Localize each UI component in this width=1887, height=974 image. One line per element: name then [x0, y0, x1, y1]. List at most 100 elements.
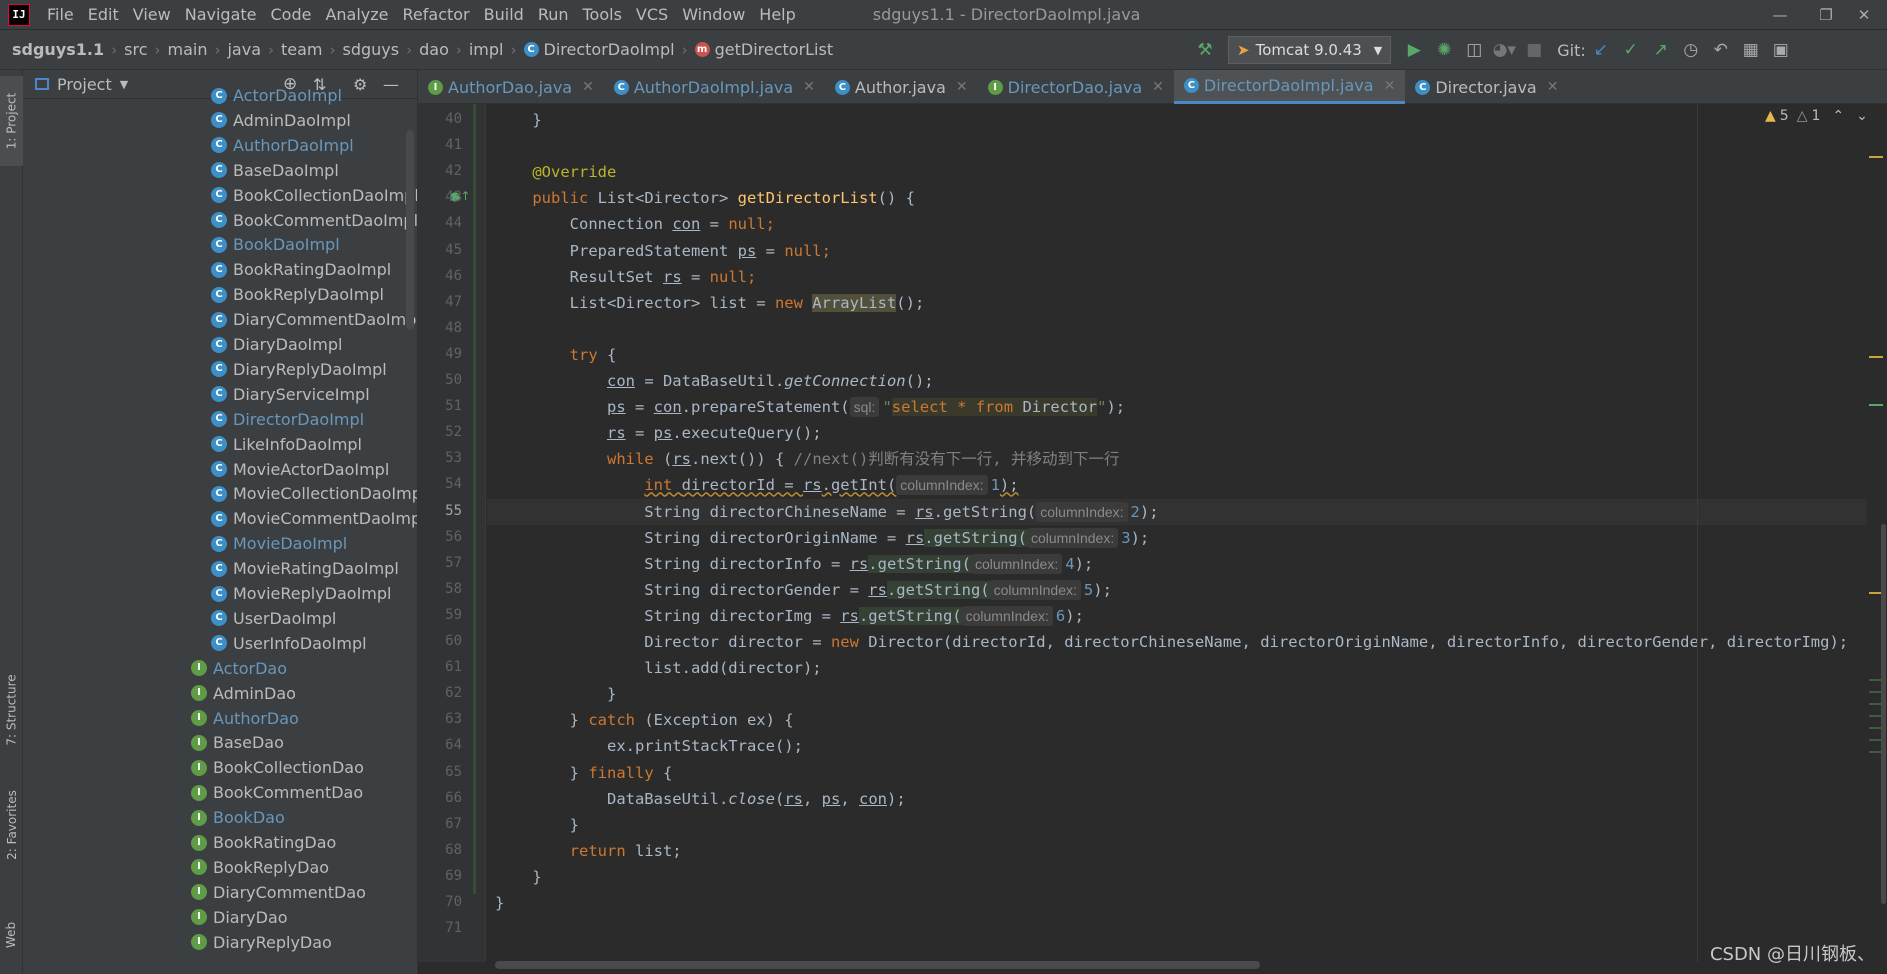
- horizontal-scrollbar[interactable]: [495, 961, 1260, 969]
- code-line[interactable]: [487, 133, 1887, 159]
- tree-item-diaryreplydao[interactable]: I DiaryReplyDao: [191, 930, 332, 955]
- run-configuration-select[interactable]: ➤ Tomcat 9.0.43 ▼: [1228, 36, 1392, 64]
- code-line[interactable]: String directorInfo = rs.getString(colum…: [487, 551, 1887, 577]
- menu-item-analyze[interactable]: Analyze: [318, 5, 395, 24]
- code-line[interactable]: public List<Director> getDirectorList() …: [487, 185, 1887, 211]
- close-tab-icon[interactable]: ✕: [956, 79, 968, 95]
- breadcrumb-item[interactable]: m getDirectorList: [694, 40, 833, 59]
- tree-item-actordaoimpl[interactable]: C ActorDaoImpl: [211, 83, 342, 108]
- debug-icon[interactable]: ✺: [1429, 35, 1459, 65]
- tree-item-likeinfodaoimpl[interactable]: C LikeInfoDaoImpl: [211, 432, 362, 457]
- tree-item-basedaoimpl[interactable]: C BaseDaoImpl: [211, 158, 339, 183]
- close-tab-icon[interactable]: ✕: [1547, 79, 1559, 95]
- code-line[interactable]: DataBaseUtil.close(rs, ps, con);: [487, 786, 1887, 812]
- git-history-icon[interactable]: ◷: [1676, 35, 1706, 65]
- tree-item-bookcollectiondao[interactable]: I BookCollectionDao: [191, 755, 364, 780]
- code-editor[interactable]: } @Override public List<Director> getDir…: [487, 104, 1887, 962]
- tree-item-diarydao[interactable]: I DiaryDao: [191, 905, 288, 930]
- editor-tab-authordaoimpl[interactable]: C AuthorDaoImpl.java ✕: [604, 70, 825, 104]
- code-line[interactable]: ps = con.prepareStatement(sql: "select * …: [487, 394, 1887, 420]
- breadcrumb-item[interactable]: src ›: [124, 40, 167, 59]
- git-update-icon[interactable]: ↙: [1586, 35, 1616, 65]
- tree-item-movieactordaoimpl[interactable]: C MovieActorDaoImpl: [211, 457, 389, 482]
- menu-item-navigate[interactable]: Navigate: [178, 5, 264, 24]
- menu-item-view[interactable]: View: [126, 5, 178, 24]
- stop-icon[interactable]: ■: [1519, 35, 1549, 65]
- code-line[interactable]: list.add(director);: [487, 655, 1887, 681]
- favorites-tool-tab[interactable]: 2: Favorites: [0, 770, 23, 880]
- code-line[interactable]: }: [487, 681, 1887, 707]
- code-line[interactable]: String directorImg = rs.getString(column…: [487, 603, 1887, 629]
- close-tab-icon[interactable]: ✕: [582, 79, 594, 95]
- intellij-logo-icon[interactable]: IJ: [8, 3, 30, 26]
- menu-item-help[interactable]: Help: [752, 5, 802, 24]
- code-line[interactable]: con = DataBaseUtil.getConnection();: [487, 368, 1887, 394]
- tree-item-bookdao[interactable]: I BookDao: [191, 805, 285, 830]
- menu-item-build[interactable]: Build: [477, 5, 531, 24]
- editor-tab-author[interactable]: C Author.java ✕: [825, 70, 978, 104]
- previous-highlight-icon[interactable]: ⌃: [1832, 108, 1844, 124]
- menu-item-file[interactable]: File: [40, 5, 81, 24]
- tree-item-bookreplydao[interactable]: I BookReplyDao: [191, 855, 329, 880]
- profile-icon[interactable]: ◕▾: [1489, 35, 1519, 65]
- tree-item-directordaoimpl[interactable]: C DirectorDaoImpl: [211, 407, 364, 432]
- breadcrumb-item[interactable]: dao ›: [419, 40, 469, 59]
- editor-tab-directordao[interactable]: I DirectorDao.java ✕: [978, 70, 1174, 104]
- code-line[interactable]: String directorOriginName = rs.getString…: [487, 525, 1887, 551]
- code-line[interactable]: String directorChineseName = rs.getStrin…: [487, 498, 1887, 525]
- code-line[interactable]: }: [487, 107, 1887, 133]
- error-stripe[interactable]: [1867, 104, 1887, 962]
- code-line[interactable]: PreparedStatement ps = null;: [487, 238, 1887, 264]
- code-line[interactable]: } finally {: [487, 760, 1887, 786]
- breadcrumb-item[interactable]: main ›: [167, 40, 227, 59]
- code-line[interactable]: [487, 316, 1887, 342]
- close-tab-icon[interactable]: ✕: [803, 79, 815, 95]
- code-line[interactable]: } catch (Exception ex) {: [487, 707, 1887, 733]
- tree-item-diaryserviceimpl[interactable]: C DiaryServiceImpl: [211, 382, 370, 407]
- run-icon[interactable]: ▶: [1399, 35, 1429, 65]
- code-line[interactable]: List<Director> list = new ArrayList();: [487, 290, 1887, 316]
- inspection-widget[interactable]: ▲ 5 △ 1 ⌃ ⌄: [1765, 108, 1868, 124]
- tree-item-bookdaoimpl[interactable]: C BookDaoImpl: [211, 232, 340, 257]
- project-structure-icon[interactable]: ▦: [1736, 35, 1766, 65]
- editor-tab-authordao[interactable]: I AuthorDao.java ✕: [418, 70, 604, 104]
- code-line[interactable]: rs = ps.executeQuery();: [487, 420, 1887, 446]
- code-line[interactable]: }: [487, 864, 1887, 890]
- code-line[interactable]: Director director = new Director(directo…: [487, 629, 1887, 655]
- tree-item-userdaoimpl[interactable]: C UserDaoImpl: [211, 606, 336, 631]
- breadcrumb-item[interactable]: team ›: [281, 40, 343, 59]
- project-tool-tab[interactable]: 1: Project: [0, 76, 23, 166]
- tree-item-authordaoimpl[interactable]: C AuthorDaoImpl: [211, 133, 354, 158]
- minimize-icon[interactable]: —: [1757, 0, 1803, 29]
- editor-tab-directordaoimpl[interactable]: C DirectorDaoImpl.java ✕: [1173, 70, 1406, 104]
- tree-item-basedao[interactable]: I BaseDao: [191, 730, 284, 755]
- git-push-icon[interactable]: ↗: [1646, 35, 1676, 65]
- tree-item-bookcommentdaoimpl[interactable]: C BookCommentDaoImpl: [211, 208, 417, 233]
- tree-item-diarydaoimpl[interactable]: C DiaryDaoImpl: [211, 332, 342, 357]
- menu-item-code[interactable]: Code: [264, 5, 319, 24]
- breadcrumb-item[interactable]: sdguys ›: [343, 40, 420, 59]
- tree-item-moviereplydaoimpl[interactable]: C MovieReplyDaoImpl: [211, 581, 391, 606]
- menu-item-edit[interactable]: Edit: [81, 5, 126, 24]
- tree-item-authordao[interactable]: I AuthorDao: [191, 706, 299, 731]
- tree-item-movieratingdaoimpl[interactable]: C MovieRatingDaoImpl: [211, 556, 399, 581]
- breadcrumb-item[interactable]: impl ›: [469, 40, 524, 59]
- tree-item-admindao[interactable]: I AdminDao: [191, 681, 296, 706]
- code-line[interactable]: }: [487, 812, 1887, 838]
- editor-tab-director[interactable]: C Director.java ✕: [1405, 70, 1568, 104]
- tree-item-moviedaoimpl[interactable]: C MovieDaoImpl: [211, 531, 347, 556]
- code-line[interactable]: @Override: [487, 159, 1887, 185]
- code-line[interactable]: [487, 916, 1887, 942]
- code-line[interactable]: int directorId = rs.getInt(columnIndex: 1…: [487, 472, 1887, 498]
- tree-item-bookcollectiondaoimpl[interactable]: C BookCollectionDaoImpl: [211, 183, 417, 208]
- breadcrumb-item[interactable]: java ›: [227, 40, 281, 59]
- close-tab-icon[interactable]: ✕: [1152, 79, 1164, 95]
- code-line[interactable]: }: [487, 890, 1887, 916]
- tree-item-actordao[interactable]: I ActorDao: [191, 656, 287, 681]
- tree-item-diarycommentdao[interactable]: I DiaryCommentDao: [191, 880, 366, 905]
- web-tool-tab[interactable]: Web: [0, 900, 23, 970]
- menu-item-run[interactable]: Run: [531, 5, 576, 24]
- tree-item-diarycommentdaoimpl[interactable]: C DiaryCommentDaoImpl: [211, 307, 417, 332]
- code-line[interactable]: ResultSet rs = null;: [487, 264, 1887, 290]
- close-tab-icon[interactable]: ✕: [1384, 78, 1396, 94]
